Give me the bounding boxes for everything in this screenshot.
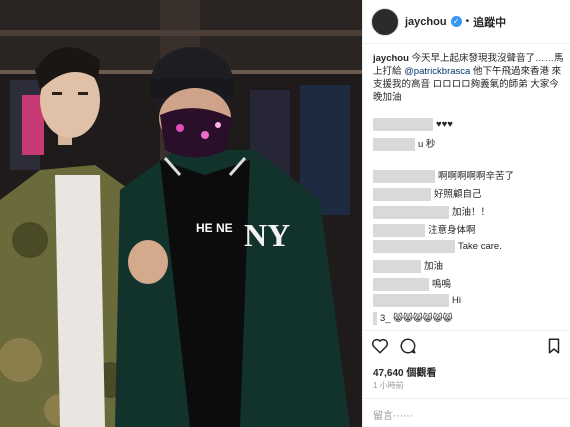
- divider: [363, 398, 570, 399]
- avatar[interactable]: [371, 7, 399, 36]
- blurred-username: [373, 205, 449, 219]
- jacket-ny-text: NY: [244, 217, 290, 253]
- comment-item: 注意身体啊: [373, 222, 476, 237]
- blurred-username: [373, 137, 415, 151]
- heart-icon[interactable]: [371, 337, 389, 355]
- post-timestamp[interactable]: 1 小時前: [373, 380, 404, 391]
- bookmark-icon[interactable]: [545, 337, 563, 355]
- photo-illustration: NY HE NE: [0, 0, 362, 427]
- caption-mention-link[interactable]: @patrickbrasca: [404, 66, 470, 77]
- caption-username[interactable]: jaychou: [373, 53, 409, 64]
- header-username[interactable]: jaychou: [405, 16, 447, 28]
- blurred-username: [373, 294, 449, 307]
- post-photo[interactable]: NY HE NE: [0, 0, 362, 427]
- verified-icon: ✓: [450, 16, 462, 27]
- blurred-username: [373, 169, 435, 183]
- blurred-username: [373, 118, 433, 131]
- comment-icon[interactable]: [399, 337, 417, 355]
- post-header: jaychou ✓ • 追蹤中: [363, 0, 570, 44]
- blurred-username: [373, 312, 377, 325]
- comment-item: u 秒: [373, 136, 435, 151]
- comment-item: Hi: [373, 294, 461, 307]
- comment-item: Take care.: [373, 240, 502, 253]
- blurred-username: [373, 187, 431, 201]
- comment-item: ♥♥♥: [373, 118, 453, 131]
- comment-item: 好照顧自己: [373, 186, 482, 201]
- comment-item: 加油: [373, 258, 443, 273]
- action-bar: [371, 337, 417, 355]
- comment-item: 嗚嗚: [373, 276, 451, 291]
- separator-dot: •: [465, 16, 470, 27]
- blurred-username: [373, 259, 421, 273]
- view-count[interactable]: 47,640 個觀看: [373, 364, 436, 379]
- post-side-panel: jaychou ✓ • 追蹤中 jaychou 今天早上起床發現我沒聲音了……馬…: [362, 0, 570, 427]
- shirt-text: HE NE: [196, 221, 233, 235]
- following-button[interactable]: 追蹤中: [473, 14, 506, 30]
- comment-item: 啊啊啊啊啊辛苦了: [373, 168, 514, 183]
- blurred-username: [373, 240, 455, 253]
- post-caption: jaychou 今天早上起床發現我沒聲音了……馬上打給 @patrickbras…: [373, 52, 567, 104]
- comment-item: 3_ 😸😸😸😸😸😸: [373, 312, 453, 325]
- comment-input[interactable]: 留言⋯⋯: [373, 407, 413, 422]
- divider: [363, 330, 570, 331]
- blurred-username: [373, 223, 425, 237]
- comment-item: 加油！！: [373, 204, 490, 219]
- blurred-username: [373, 277, 429, 291]
